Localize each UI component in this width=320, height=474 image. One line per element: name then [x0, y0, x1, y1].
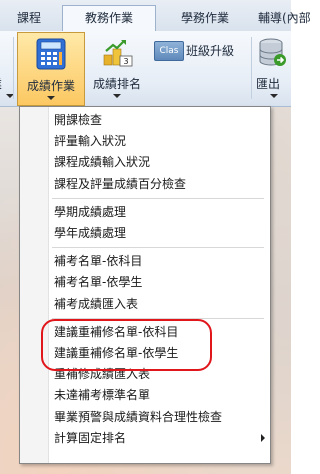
tab-student-affairs[interactable]: 學務作業 — [156, 6, 254, 30]
chevron-down-icon — [47, 96, 55, 100]
menu-item[interactable]: 畢業預警與成績資料合理性檢查 — [54, 407, 222, 427]
menu-item[interactable]: 未達補考標準名單 — [54, 385, 150, 405]
class-upgrade-label: 班級升級 — [186, 44, 235, 58]
ribbon-tab-bar: 課程 教務作業 學務作業 輔導(內部 — [0, 0, 311, 32]
tab-academic-affairs[interactable]: 教務作業 — [62, 5, 156, 31]
ranking-badge: 3 — [123, 57, 128, 66]
chevron-down-icon — [113, 94, 121, 98]
menu-item[interactable]: 評量輸入狀況 — [54, 131, 126, 151]
grades-button-label: 成績作業 — [26, 79, 75, 93]
menu-separator — [52, 247, 264, 249]
tab-counseling[interactable]: 輔導(內部 — [258, 6, 318, 30]
menu-item[interactable]: 課程及評量成績百分檢查 — [54, 174, 186, 194]
class-upgrade-badge: Clas — [159, 46, 179, 56]
grades-dropdown-menu: 開課檢查 評量輸入狀況 課程成績輸入狀況 課程及評量成績百分檢查 學期成績處理 學年成績處… — [19, 106, 271, 464]
database-export-icon — [259, 38, 286, 66]
grades-button[interactable]: 成績作業 — [17, 32, 85, 106]
ribbon: 業 成績作業 3 成績排名 Clas — [0, 31, 291, 107]
menu-item[interactable]: 開課檢查 — [54, 110, 102, 130]
menu-item[interactable]: 課程成績輸入狀況 — [54, 152, 150, 172]
ranking-button[interactable]: 3 成績排名 — [86, 31, 148, 105]
export-button[interactable]: 匯出 — [252, 31, 292, 105]
menu-item[interactable]: 計算固定排名 — [54, 428, 126, 448]
ribbon-button-partial[interactable]: 業 — [0, 31, 14, 105]
ranking-icon: 3 — [103, 40, 133, 67]
menu-item[interactable]: 補考名單-依科目 — [54, 251, 142, 271]
menu-item[interactable]: 學年成績處理 — [54, 223, 126, 243]
ribbon-button-partial-label: 業 — [0, 75, 2, 92]
export-button-label: 匯出 — [256, 77, 281, 91]
red-annotation-ring — [41, 319, 212, 371]
menu-icon-gutter — [20, 107, 49, 463]
calculator-icon — [36, 38, 66, 70]
menu-item[interactable]: 補考名單-依學生 — [54, 272, 142, 292]
menu-item[interactable]: 學期成績處理 — [54, 202, 126, 222]
chevron-down-icon — [270, 94, 278, 98]
ribbon-separator — [13, 37, 14, 99]
menu-separator — [52, 197, 264, 199]
ranking-button-label: 成績排名 — [92, 77, 141, 91]
tab-courses[interactable]: 課程 — [0, 6, 58, 30]
submenu-arrow-icon — [261, 433, 265, 442]
class-upgrade-icon: Clas — [154, 41, 184, 61]
menu-item[interactable]: 補考成績匯入表 — [54, 294, 138, 314]
